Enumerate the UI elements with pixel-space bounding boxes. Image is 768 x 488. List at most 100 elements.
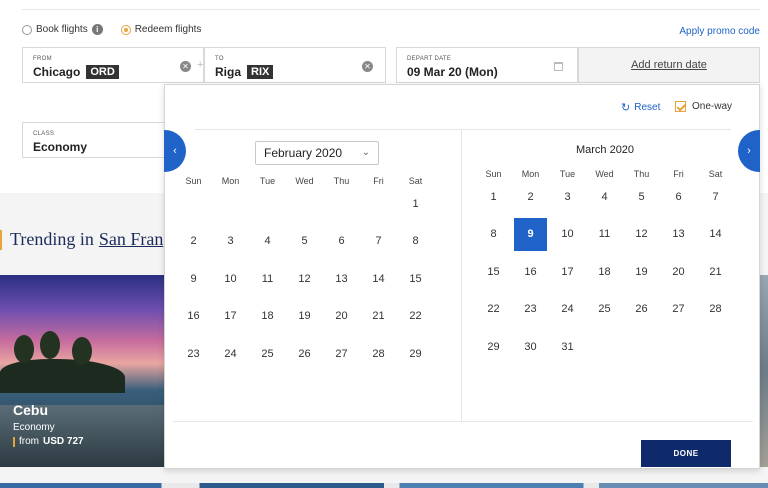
day-cell[interactable]: 2 [512,178,549,216]
day-cell[interactable]: 15 [397,260,434,298]
month-select[interactable]: February 2020 ⌄ [255,141,379,165]
one-way-checkbox[interactable] [675,101,686,112]
day-cell[interactable]: 8 [397,223,434,261]
day-cell[interactable]: 4 [586,178,623,216]
one-way-toggle[interactable]: One-way [675,101,732,112]
day-number: 11 [261,272,274,285]
empty-cell [286,185,323,223]
day-cell[interactable]: 11 [586,216,623,254]
info-icon[interactable]: i [91,24,103,35]
depart-date-field[interactable]: DEPART DATE 09 Mar 20 (Mon) [396,47,578,83]
day-cell[interactable]: 19 [286,298,323,336]
reset-button[interactable]: ↻ Reset [621,101,660,114]
from-value: Chicago ORD [33,65,119,79]
day-cell[interactable]: 3 [212,223,249,261]
month-title: March 2020 [575,144,635,156]
redeem-flights-radio[interactable] [120,24,131,35]
destination-card[interactable]: Cebu Economy from USD 727 [0,275,165,467]
day-cell[interactable]: 8 [475,216,512,254]
day-cell[interactable]: 19 [623,253,660,291]
day-cell[interactable]: 16 [175,298,212,336]
day-cell[interactable]: 21 [697,253,734,291]
class-field[interactable]: CLASS Economy [22,122,167,158]
to-field[interactable]: TO Riga RIX ✕ [204,47,386,83]
day-cell[interactable]: 25 [249,335,286,373]
day-cell[interactable]: 2 [175,223,212,261]
day-cell[interactable]: 22 [475,291,512,329]
day-cell[interactable]: 18 [586,253,623,291]
day-cell[interactable]: 12 [286,260,323,298]
day-cell[interactable]: 26 [623,291,660,329]
day-cell[interactable]: 31 [549,328,586,366]
day-cell[interactable]: 22 [397,298,434,336]
day-cell[interactable]: 24 [549,291,586,329]
day-number: 22 [409,310,422,323]
day-cell[interactable]: 4 [249,223,286,261]
day-cell[interactable]: 6 [660,178,697,216]
day-cell[interactable]: 7 [360,223,397,261]
day-cell[interactable]: 18 [249,298,286,336]
day-cell[interactable]: 9 [175,260,212,298]
island-silhouette [0,359,125,393]
day-cell[interactable]: 30 [512,328,549,366]
from-code: ORD [86,65,119,79]
day-cell[interactable]: 23 [175,335,212,373]
empty-cell [249,185,286,223]
day-cell[interactable]: 3 [549,178,586,216]
day-cell[interactable]: 5 [623,178,660,216]
redeem-flights-label[interactable]: Redeem flights [135,24,202,35]
day-cell[interactable]: 21 [360,298,397,336]
day-number: 20 [335,310,348,323]
clear-icon[interactable]: ✕ [362,61,373,72]
day-cell[interactable]: 1 [475,178,512,216]
day-cell-selected[interactable]: 9 [512,216,549,254]
trending-city-link[interactable]: San Fran [99,229,164,250]
day-cell[interactable]: 29 [397,335,434,373]
day-cell[interactable]: 5 [286,223,323,261]
day-cell[interactable]: 20 [660,253,697,291]
price-accent-bar [13,436,15,447]
day-cell[interactable]: 23 [512,291,549,329]
day-cell[interactable]: 12 [623,216,660,254]
day-cell[interactable]: 16 [512,253,549,291]
day-number: 18 [598,265,611,278]
day-cell[interactable]: 17 [212,298,249,336]
month-select-value: February 2020 [264,146,343,160]
day-cell[interactable]: 13 [660,216,697,254]
day-number: 29 [409,347,422,360]
swap-icon[interactable]: + [197,59,203,71]
day-number: 15 [487,265,500,278]
done-button[interactable]: DONE [641,440,731,467]
class-label: CLASS [33,131,55,137]
day-cell[interactable]: 10 [212,260,249,298]
day-cell[interactable]: 28 [697,291,734,329]
day-cell[interactable]: 20 [323,298,360,336]
day-cell[interactable]: 15 [475,253,512,291]
add-return-date-button[interactable]: Add return date [578,47,760,83]
day-cell[interactable]: 25 [586,291,623,329]
apply-promo-link[interactable]: Apply promo code [679,26,760,37]
card-price: from USD 727 [13,436,84,447]
day-cell[interactable]: 6 [323,223,360,261]
day-cell[interactable]: 11 [249,260,286,298]
day-cell[interactable]: 1 [397,185,434,223]
day-cell[interactable]: 26 [286,335,323,373]
day-number: 5 [638,190,645,203]
clear-icon[interactable]: ✕ [180,61,191,72]
day-cell[interactable]: 14 [697,216,734,254]
day-cell[interactable]: 7 [697,178,734,216]
empty-cell [360,185,397,223]
day-cell[interactable]: 10 [549,216,586,254]
day-cell[interactable]: 24 [212,335,249,373]
day-cell[interactable]: 13 [323,260,360,298]
to-label: TO [215,56,224,62]
day-cell[interactable]: 14 [360,260,397,298]
book-flights-label[interactable]: Book flights [36,24,88,35]
day-cell[interactable]: 28 [360,335,397,373]
day-cell[interactable]: 27 [323,335,360,373]
book-flights-radio[interactable] [22,24,32,35]
day-cell[interactable]: 27 [660,291,697,329]
day-cell[interactable]: 17 [549,253,586,291]
day-cell[interactable]: 29 [475,328,512,366]
from-field[interactable]: FROM Chicago ORD ✕ [22,47,204,83]
